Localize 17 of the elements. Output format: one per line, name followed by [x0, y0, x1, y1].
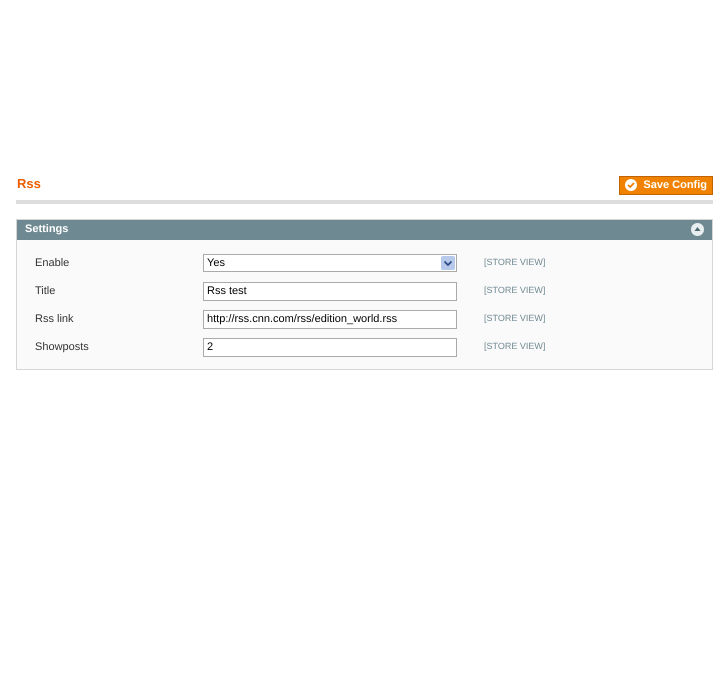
enable-select[interactable]: Yes	[203, 254, 457, 272]
section-title: Settings	[25, 222, 68, 238]
scope-label: [STORE VIEW]	[484, 256, 546, 270]
text-field[interactable]: Rss test	[203, 282, 457, 300]
collapse-icon[interactable]	[691, 223, 704, 236]
field-label: Showposts	[34, 340, 90, 355]
checkmark-icon	[625, 179, 638, 191]
section-header[interactable]: Settings	[17, 220, 712, 240]
page-title: Rss	[16, 175, 41, 193]
text-field[interactable]: http://rss.cnn.com/rss/edition_world.rss	[203, 310, 457, 328]
field-label: Enable	[34, 256, 70, 271]
field-label: Title	[34, 284, 56, 299]
field-label: Rss link	[34, 312, 75, 327]
text-field[interactable]: 2	[203, 338, 457, 356]
scope-label: [STORE VIEW]	[484, 312, 546, 326]
scope-label: [STORE VIEW]	[484, 284, 546, 298]
scope-label: [STORE VIEW]	[484, 340, 546, 354]
